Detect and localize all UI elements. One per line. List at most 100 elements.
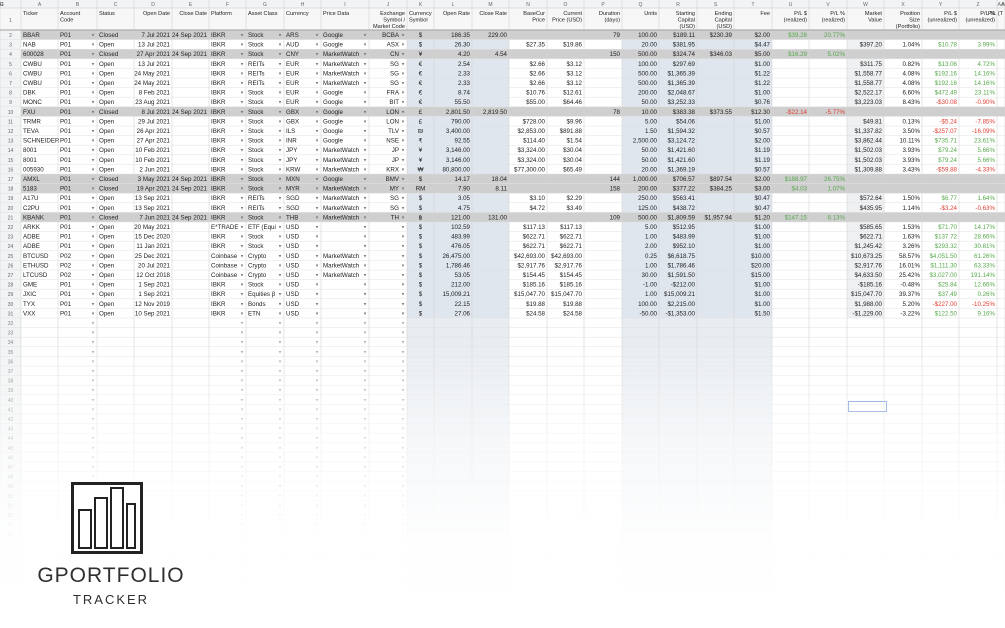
cell-s: Open: [99, 262, 115, 269]
cell-un: 100.00: [638, 61, 657, 68]
cell-cu: USD: [286, 282, 300, 289]
cell-pr: -$22.14: [786, 109, 808, 116]
cell-cu: ILS: [286, 128, 295, 135]
dropdown-arrow-icon: ▾: [92, 340, 95, 346]
cell-mv: $1,502.03: [854, 157, 882, 164]
cell-fe: $1.00: [755, 243, 771, 250]
column-letter-Z: Z: [976, 2, 979, 8]
highlight-cell: [407, 567, 434, 578]
cell-bp: $728.00: [523, 118, 546, 125]
cell-a: P01: [60, 301, 72, 308]
cell-pu: -$5.24: [939, 118, 957, 125]
dropdown-arrow-icon: ▾: [316, 407, 319, 413]
cell-ac: Bonds: [248, 301, 266, 308]
cell-a: P01: [60, 42, 72, 49]
cell-pu: -$227.00: [933, 301, 958, 308]
cell-ex: TH: [391, 214, 399, 221]
dropdown-arrow-icon: ▾: [316, 436, 319, 442]
cell-a: P01: [60, 243, 72, 250]
cell-pl: IBKR: [211, 310, 226, 317]
row-number: 34: [8, 340, 14, 346]
dropdown-arrow-icon: ▾: [364, 493, 367, 499]
cell-ex: SG: [390, 70, 399, 77]
cell-pd: Google: [323, 128, 344, 135]
cell-t: 600028: [23, 51, 44, 58]
highlight-cell: [434, 318, 472, 328]
cell-cu: MXN: [286, 176, 300, 183]
dropdown-arrow-icon: ▾: [364, 359, 367, 365]
cell-mv: $2,522.17: [854, 90, 882, 97]
header-24: Position: [900, 11, 920, 17]
cell-s: Open: [99, 157, 115, 164]
cell-un: 200.00: [638, 186, 657, 193]
highlight-cell: [472, 231, 509, 242]
dropdown-arrow-icon: ▾: [364, 570, 367, 576]
cell-cu: USD: [286, 253, 300, 260]
cell-a: P01: [60, 157, 72, 164]
dropdown-arrow-icon: ▾: [402, 580, 405, 586]
highlight-cell: [407, 481, 434, 491]
dropdown-arrow-icon: ▾: [402, 340, 405, 346]
cell-un: 500.00: [638, 80, 657, 87]
cell-cr: 18.04: [492, 176, 508, 183]
cell-un: 20.00: [642, 42, 658, 49]
highlight-cell: [622, 538, 659, 549]
cell-ac: REITs: [248, 61, 265, 68]
dropdown-arrow-icon: ▾: [241, 445, 244, 451]
cell-cp: $12.61: [563, 90, 582, 97]
dropdown-arrow-icon: ▾: [241, 551, 244, 557]
cell-pl: IBKR: [211, 301, 226, 308]
cell-or: 26.30: [455, 42, 471, 49]
cell-a: P02: [60, 253, 72, 260]
cell-du: 158: [610, 186, 621, 193]
cell-cs: $: [419, 205, 423, 212]
cell-pl: IBKR: [211, 138, 226, 145]
cell-cp: $24.58: [563, 310, 582, 317]
cell-or: 4.20: [458, 51, 471, 58]
highlight-cell: [407, 529, 434, 539]
row-number: 59: [8, 580, 14, 586]
highlight-cell: [697, 193, 734, 203]
header-3: Status: [99, 11, 115, 17]
highlight-cell: [697, 78, 734, 88]
cell-ec: $1,957.94: [704, 214, 732, 221]
cell-or: 22.15: [455, 301, 471, 308]
highlight-cell: [734, 519, 772, 530]
cell-mv: $622.71: [860, 234, 883, 241]
cell-un: 200.00: [638, 90, 657, 97]
highlight-cell: [697, 135, 734, 146]
cell-cp: $30.04: [563, 157, 582, 164]
selected-cell[interactable]: [848, 401, 887, 412]
row-number: 55: [8, 542, 14, 548]
dropdown-arrow-icon: ▾: [241, 321, 244, 327]
cell-od: 13 Sep 2021: [135, 205, 171, 212]
cell-pd: MarketWatch: [323, 272, 360, 279]
cell-cu: JPY: [286, 157, 297, 164]
cell-cu: ARS: [286, 32, 299, 39]
cell-un: -50.00: [639, 310, 657, 317]
row-number: 14: [8, 148, 14, 154]
highlight-cell: [472, 308, 509, 318]
highlight-cell: [697, 289, 734, 299]
cell-ps: 8.43%: [902, 99, 920, 106]
dropdown-arrow-icon: ▾: [279, 465, 282, 471]
dropdown-arrow-icon: ▾: [92, 378, 95, 384]
cell-ac: Stock: [248, 234, 264, 241]
cell-a: P01: [60, 205, 72, 212]
highlight-cell: [434, 442, 472, 453]
row-number: 8: [9, 91, 12, 97]
highlight-cell: [734, 433, 772, 443]
cell-bp: $114.40: [523, 138, 545, 145]
cell-cd: 24 Sep 2021: [172, 51, 208, 58]
highlight-cell: [697, 404, 734, 414]
cell-t: ADBE: [23, 234, 40, 241]
header-20: Fee: [760, 11, 770, 17]
dropdown-arrow-icon: ▾: [402, 436, 405, 442]
cell-pl: IBKR: [211, 42, 226, 49]
cell-cs: $: [419, 32, 423, 39]
dropdown-arrow-icon: ▾: [316, 532, 319, 538]
dropdown-arrow-icon: ▾: [92, 330, 95, 336]
cell-bp: $622.71: [523, 243, 546, 250]
cell-s: Open: [99, 90, 115, 97]
cell-pd: MarketWatch: [323, 51, 360, 58]
